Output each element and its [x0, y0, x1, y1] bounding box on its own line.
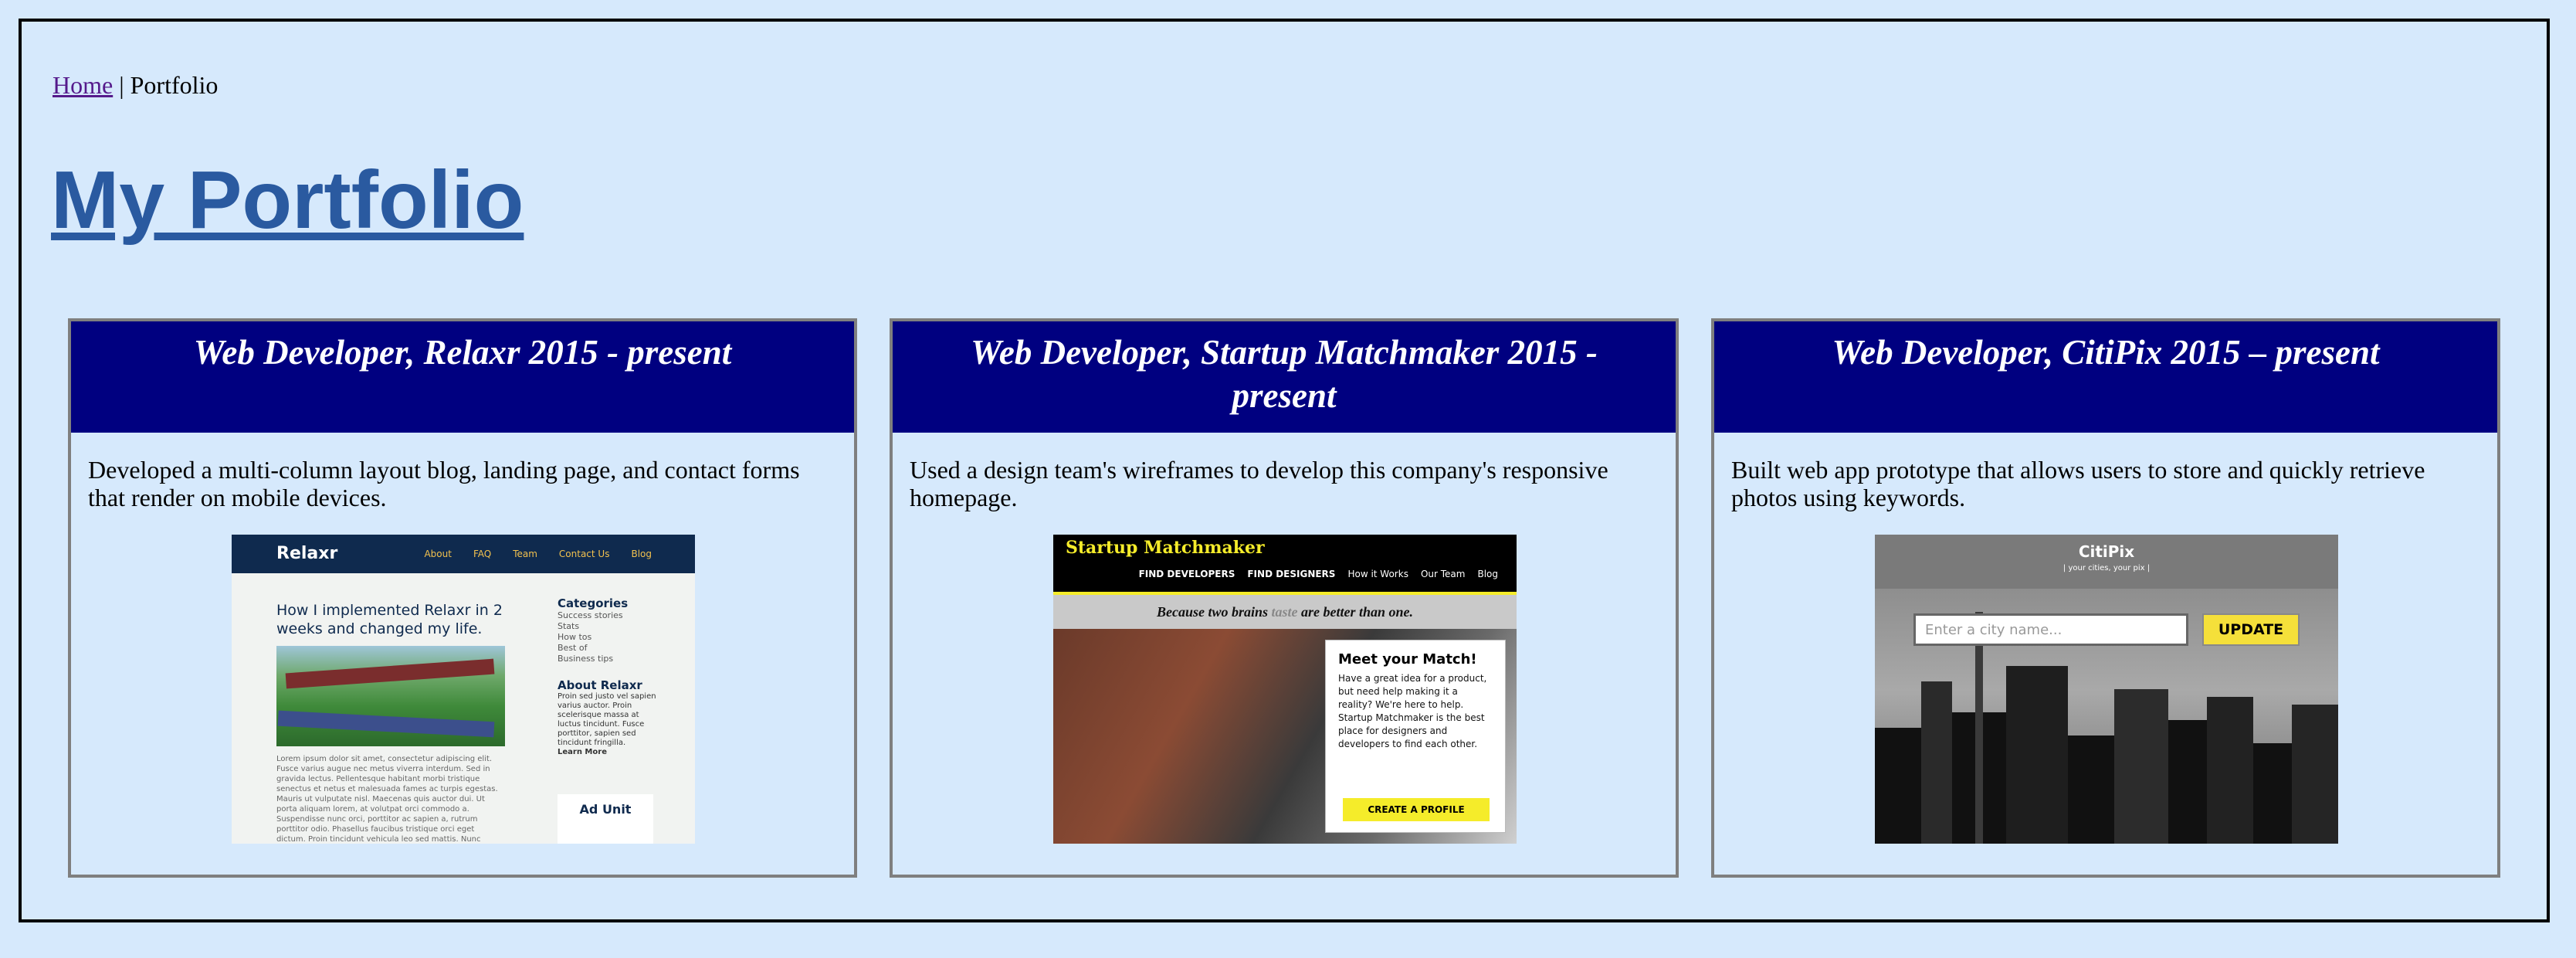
relaxr-logo: Relaxr [276, 544, 338, 563]
sm-card-body: Have a great idea for a product, but nee… [1338, 673, 1487, 749]
relaxr-categories-title: Categories [558, 596, 629, 610]
relaxr-screenshot: Relaxr About FAQ Team Contact Us Blog Ho… [232, 535, 695, 844]
breadcrumb-current: Portfolio [130, 71, 219, 99]
sm-match-card: Meet your Match! Have a great idea for a… [1325, 640, 1506, 833]
card-title: Web Developer, Startup Matchmaker 2015 -… [893, 321, 1676, 433]
relaxr-nav-item: FAQ [473, 549, 492, 559]
relaxr-category: Best of [558, 643, 588, 653]
sm-logo: Startup Matchmaker [1066, 538, 1265, 558]
building-shape [2114, 689, 2168, 844]
building-shape [2253, 743, 2292, 844]
relaxr-category: Business tips [558, 654, 614, 664]
sm-card-title: Meet your Match! [1338, 651, 1477, 668]
sm-tagline: Because two brains taste are better than… [1053, 595, 1517, 629]
card-description: Built web app prototype that allows user… [1731, 456, 2425, 511]
sm-tagline-post: are better than one. [1301, 604, 1414, 620]
building-shape [2292, 705, 2338, 844]
sm-nav-item: Blog [1477, 569, 1498, 579]
relaxr-nav-item: About [424, 549, 452, 559]
card-title: Web Developer, CitiPix 2015 – present [1714, 321, 2497, 433]
citipix-subtitle: | your cities, your pix | [2062, 564, 2151, 572]
building-shape [2207, 697, 2253, 844]
sm-nav-item: Our Team [1420, 569, 1466, 579]
breadcrumb-separator: | [119, 71, 124, 99]
relaxr-headline: How I implemented Relaxr in 2 weeks and … [276, 602, 503, 637]
relaxr-nav-links: About FAQ Team Contact Us Blog [424, 549, 652, 559]
portfolio-card-relaxr: Web Developer, Relaxr 2015 - present Dev… [68, 318, 857, 878]
sm-nav-links: FIND DEVELOPERS FIND DESIGNERS How it Wo… [1139, 569, 1498, 579]
sm-navbar: Startup Matchmaker FIND DEVELOPERS FIND … [1053, 535, 1517, 592]
breadcrumb: Home | Portfolio [53, 73, 218, 97]
relaxr-sidebar: Categories Success stories Stats How tos… [558, 596, 658, 757]
relaxr-body-text: Lorem ipsum dolor sit amet, consectetur … [276, 755, 498, 844]
citipix-screenshot: CitiPix | your cities, your pix | Enter … [1875, 535, 2338, 844]
relaxr-about-text: Proin sed justo vel sapien varius auctor… [558, 692, 656, 747]
sm-create-profile-button: CREATE A PROFILE [1343, 798, 1490, 821]
breadcrumb-home-link[interactable]: Home [53, 71, 113, 99]
sm-nav-item: FIND DESIGNERS [1247, 569, 1336, 579]
building-shape [1921, 681, 1952, 844]
relaxr-category: Success stories [558, 610, 623, 620]
portfolio-card-citipix: Web Developer, CitiPix 2015 – present Bu… [1711, 318, 2500, 878]
citipix-update-button: UPDATE [2202, 613, 2300, 646]
relaxr-ad-unit: Ad Unit [558, 794, 653, 844]
relaxr-nav-item: Blog [631, 549, 652, 559]
card-description: Used a design team's wireframes to devel… [910, 456, 1608, 511]
building-shape [2006, 666, 2068, 844]
citipix-logo: CitiPix [2078, 542, 2135, 561]
relaxr-navbar: Relaxr About FAQ Team Contact Us Blog [232, 535, 695, 573]
card-title: Web Developer, Relaxr 2015 - present [71, 321, 854, 433]
citipix-city-input: Enter a city name... [1913, 613, 2188, 646]
building-shape [1875, 728, 1921, 844]
building-shape [2068, 735, 2114, 844]
relaxr-about-title: About Relaxr [558, 678, 642, 692]
portfolio-card-startup-matchmaker: Web Developer, Startup Matchmaker 2015 -… [890, 318, 1679, 878]
relaxr-nav-item: Contact Us [558, 549, 610, 559]
sm-tagline-strike: taste [1271, 604, 1298, 620]
card-description: Developed a multi-column layout blog, la… [88, 456, 800, 511]
startup-matchmaker-screenshot: Startup Matchmaker FIND DEVELOPERS FIND … [1053, 535, 1517, 844]
citipix-header: CitiPix | your cities, your pix | [1875, 535, 2338, 589]
page-title[interactable]: My Portfolio [51, 159, 524, 241]
relaxr-category: How tos [558, 632, 592, 642]
relaxr-learn-more: Learn More [558, 748, 607, 756]
building-shape [1975, 612, 1983, 844]
relaxr-category: Stats [558, 621, 580, 631]
sm-nav-item: FIND DEVELOPERS [1138, 569, 1235, 579]
sm-nav-item: How it Works [1347, 569, 1408, 579]
relaxr-nav-item: Team [513, 549, 537, 559]
building-shape [2168, 720, 2207, 844]
sm-tagline-pre: Because two brains [1156, 604, 1268, 620]
